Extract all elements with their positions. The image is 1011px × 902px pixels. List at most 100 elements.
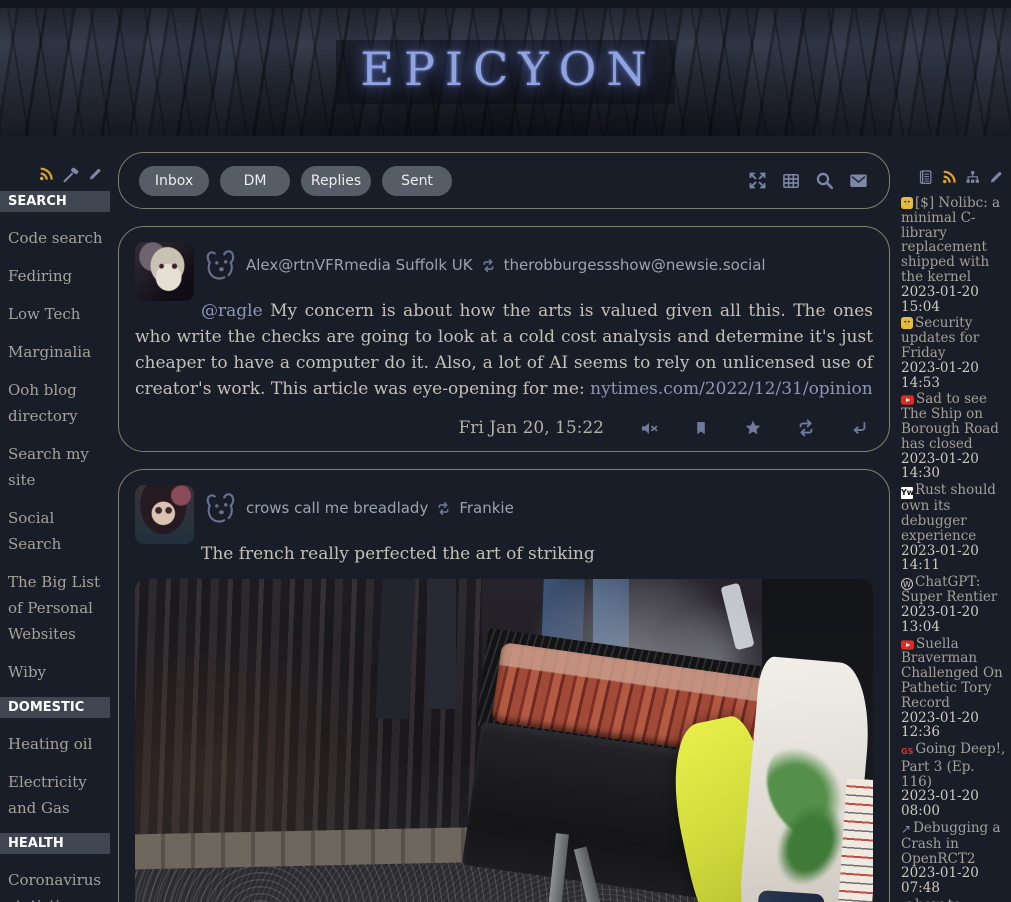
grid-icon[interactable]	[781, 171, 801, 191]
arrow-icon: ↗	[901, 822, 911, 837]
banner-title: EPICYON	[336, 40, 674, 104]
news-item: Suella Braverman Challenged On Pathetic …	[901, 637, 1008, 741]
timeline-column: Inbox DM Replies Sent	[118, 152, 890, 902]
sidebar-link-low-tech[interactable]: Low Tech	[8, 301, 108, 327]
news-link[interactable]: Rust should own its debugger experience	[901, 482, 996, 544]
post-header: Alex@rtnVFRmedia Suffolk UK therobburges…	[201, 242, 873, 288]
left-sidebar: SEARCH Code search Fediring Low Tech Mar…	[0, 163, 110, 902]
rss-icon[interactable]	[37, 165, 55, 183]
sidebar-link-code-search[interactable]: Code search	[8, 225, 108, 251]
news-timestamp: 2023-01-20 15:04	[901, 285, 1008, 315]
sidebar-link-fediring[interactable]: Fediring	[8, 263, 108, 289]
news-timestamp: 2023-01-20 12:36	[901, 711, 1008, 741]
photo-bystander-leg	[427, 579, 457, 709]
left-sidebar-icons	[0, 163, 110, 185]
post-content: @ragle My concern is about how the arts …	[135, 298, 873, 402]
tab-replies[interactable]: Replies	[301, 166, 371, 196]
mute-icon[interactable]	[639, 418, 659, 438]
youtube-icon	[901, 640, 914, 650]
news-timestamp: 2023-01-20 14:30	[901, 452, 1008, 482]
post: Alex@rtnVFRmedia Suffolk UK therobburges…	[118, 226, 890, 452]
sidebar-link-wiby[interactable]: Wiby	[8, 659, 108, 685]
banner[interactable]: EPICYON	[0, 8, 1011, 136]
tree-icon[interactable]	[964, 169, 981, 186]
news-timestamp: 2023-01-20 14:53	[901, 361, 1008, 391]
news-link[interactable]: Sad to see The Ship on Borough Road has …	[901, 391, 999, 451]
post-announced-handle[interactable]: therobburgessshow@newsie.social	[504, 256, 766, 274]
epicyon-app: EPICYON SEARCH Code search Fediring Low …	[0, 0, 1011, 902]
news-link[interactable]: Debugging a Crash in OpenRCT2	[901, 820, 1001, 867]
section-header-health: HEALTH	[0, 833, 110, 854]
news-item: Sad to see The Ship on Borough Road has …	[901, 392, 1008, 481]
news-timestamp: 2023-01-20 14:11	[901, 544, 1008, 574]
post-author-handle[interactable]: crows call me breadlady	[246, 499, 428, 517]
news-link[interactable]: [$] Nolibc: a minimal C-library replacem…	[901, 195, 1000, 285]
news-item: ↗Debugging a Crash in OpenRCT2 2023-01-2…	[901, 821, 1008, 896]
news-link[interactable]: how to completely own an airline in 3	[901, 897, 999, 902]
news-link[interactable]: Suella Braverman Challenged On Pathetic …	[901, 636, 1003, 711]
lwn-icon	[901, 197, 913, 209]
bookmark-icon[interactable]	[692, 418, 710, 438]
news-timestamp: 2023-01-20 13:04	[901, 605, 1008, 635]
dog-person-icon	[201, 489, 239, 527]
post-content: The french really perfected the art of s…	[135, 541, 873, 567]
external-link[interactable]: nytimes.com/2022/12/31/opinion	[590, 379, 873, 399]
repeat-icon[interactable]	[796, 418, 816, 438]
news-item: YwRust should own its debugger experienc…	[901, 483, 1008, 573]
news-timestamp: 2023-01-20 07:48	[901, 866, 1008, 896]
news-item: GSGoing Deep!, Part 3 (Ep. 116) 2023-01-…	[901, 742, 1008, 819]
gs-icon: GS	[901, 745, 913, 760]
post-author-handle[interactable]: Alex@rtnVFRmedia Suffolk UK	[246, 256, 473, 274]
timeline-toolbar	[747, 170, 869, 191]
newswire-icons	[901, 167, 1008, 187]
news-item: [$] Nolibc: a minimal C-library replacem…	[901, 196, 1008, 314]
news-link[interactable]: Going Deep!, Part 3 (Ep. 116)	[901, 741, 1005, 790]
envelope-icon[interactable]	[848, 171, 869, 190]
news-timestamp: 2023-01-20 08:00	[901, 789, 1008, 819]
reply-icon[interactable]	[849, 419, 868, 438]
top-strip	[0, 0, 1011, 8]
news-link[interactable]: ChatGPT: Super Rentier	[901, 574, 997, 605]
tab-dm[interactable]: DM	[220, 166, 290, 196]
post: crows call me breadlady Frankie The fren…	[118, 469, 890, 902]
news-item: WChatGPT: Super Rentier 2023-01-20 13:04	[901, 575, 1008, 634]
timeline-header: Inbox DM Replies Sent	[118, 152, 890, 209]
journal-icon[interactable]	[917, 168, 934, 186]
edit-icon[interactable]	[987, 168, 1005, 186]
post-announced-handle[interactable]: Frankie	[459, 499, 514, 517]
dog-person-icon	[201, 246, 239, 284]
sidebar-link-marginalia[interactable]: Marginalia	[8, 339, 108, 365]
star-icon[interactable]	[743, 418, 763, 438]
news-item: how to completely own an airline in 3	[901, 898, 1008, 902]
tab-inbox[interactable]: Inbox	[139, 166, 209, 196]
sidebar-link-electricity-gas[interactable]: Electricity and Gas	[8, 769, 108, 821]
avatar[interactable]	[135, 485, 194, 544]
newswire-column: [$] Nolibc: a minimal C-library replacem…	[901, 167, 1008, 902]
rss-icon[interactable]	[940, 168, 958, 186]
sidebar-link-coronavirus[interactable]: Coronavirus statistics	[8, 867, 108, 902]
post-footer: Fri Jan 20, 15:22	[135, 418, 873, 438]
bird-icon	[901, 898, 913, 902]
tab-sent[interactable]: Sent	[382, 166, 452, 196]
post-header: crows call me breadlady Frankie	[201, 485, 873, 531]
post-timestamp[interactable]: Fri Jan 20, 15:22	[459, 418, 605, 438]
expand-icon[interactable]	[747, 170, 768, 191]
post-image[interactable]	[135, 579, 873, 902]
sidebar-link-big-list[interactable]: The Big List of Personal Websites	[8, 569, 108, 647]
lwn-icon	[901, 317, 913, 329]
avatar[interactable]	[135, 242, 194, 301]
sidebar-link-ooh-blog-directory[interactable]: Ooh blog directory	[8, 377, 108, 429]
mention-link[interactable]: @ragle	[201, 301, 263, 321]
sidebar-link-social-search[interactable]: Social Search	[8, 505, 108, 557]
youtube-icon	[901, 395, 914, 405]
boost-icon	[435, 500, 452, 517]
sidebar-link-search-my-site[interactable]: Search my site	[8, 441, 108, 493]
section-header-domestic: DOMESTIC	[0, 697, 110, 718]
boost-icon	[480, 257, 497, 274]
sidebar-link-heating-oil[interactable]: Heating oil	[8, 731, 108, 757]
hammer-icon[interactable]	[61, 165, 80, 184]
photo-bystander-leg	[375, 579, 416, 720]
search-icon[interactable]	[814, 170, 835, 191]
news-item: Security updates for Friday 2023-01-20 1…	[901, 316, 1008, 390]
edit-icon[interactable]	[86, 165, 104, 183]
